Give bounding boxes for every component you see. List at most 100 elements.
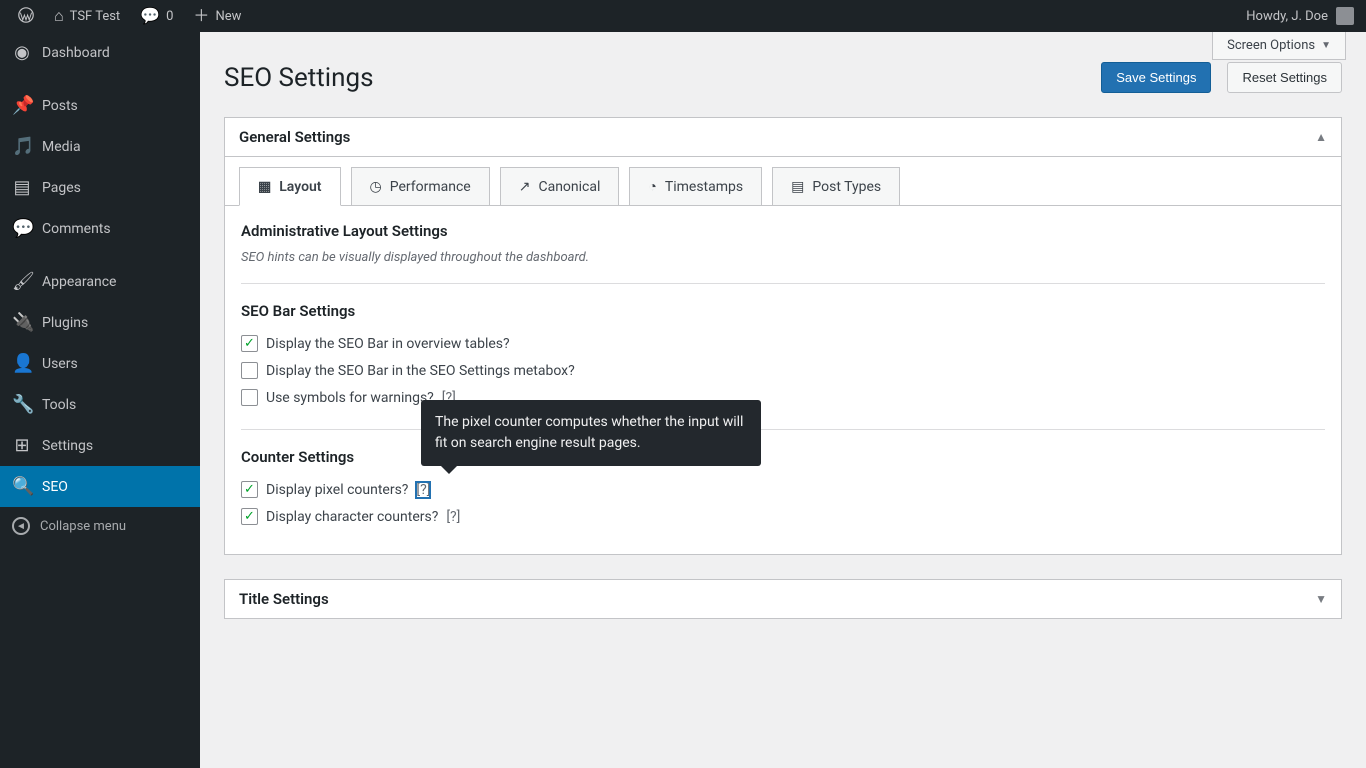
tab-label: Post Types <box>812 179 881 195</box>
sidebar-item-seo[interactable]: 🔍SEO <box>0 466 200 507</box>
triangle-down-icon: ▼ <box>1321 40 1331 51</box>
checkbox[interactable]: ✓ <box>241 481 258 498</box>
checkbox-row: Display the SEO Bar in the SEO Settings … <box>241 357 1325 384</box>
plugin-icon: 🔌 <box>12 312 32 333</box>
reset-button[interactable]: Reset Settings <box>1227 62 1342 93</box>
tab-icon: ↗ <box>519 179 531 195</box>
checkbox-row: Use symbols for warnings? [?] <box>241 384 1325 411</box>
wp-logo[interactable] <box>8 0 44 32</box>
checkbox-label: Display character counters? <box>266 509 438 525</box>
sidebar-item-posts[interactable]: 📌 Posts <box>0 85 200 126</box>
tab-icon: ◔ <box>648 178 656 195</box>
comments-count: 0 <box>166 9 173 24</box>
site-name: TSF Test <box>70 9 121 24</box>
page-title: SEO Settings <box>224 63 1085 93</box>
checkbox[interactable] <box>241 362 258 379</box>
home-icon: ⌂ <box>54 8 64 24</box>
checkbox-label: Display the SEO Bar in overview tables? <box>266 336 510 352</box>
admin-sidebar: ◉Dashboard 📌 Posts 🎵 Media ▤ Pages 💬 Comments 🖌 Ap… <box>0 32 200 768</box>
sidebar-item-appearance[interactable]: 🖌 Appearance <box>0 261 200 302</box>
media-icon: 🎵 <box>12 136 32 157</box>
avatar <box>1336 7 1354 25</box>
tab-icon: ▤ <box>791 179 804 195</box>
sidebar-item-label: Appearance <box>42 274 116 290</box>
wrench-icon: 🔧 <box>12 394 32 415</box>
new-label: New <box>215 9 241 24</box>
checkbox[interactable]: ✓ <box>241 508 258 525</box>
counter-title: Counter Settings <box>241 448 1325 466</box>
title-settings-box: Title Settings ▼ <box>224 579 1342 619</box>
tab-label: Performance <box>390 179 471 195</box>
collapse-icon: ◄ <box>12 517 30 535</box>
tab-canonical[interactable]: ↗ Canonical <box>500 167 620 205</box>
site-name-link[interactable]: ⌂ TSF Test <box>44 0 130 32</box>
screen-options-toggle[interactable]: Screen Options ▼ <box>1212 32 1346 60</box>
title-settings-title: Title Settings <box>239 590 1315 608</box>
help-icon[interactable]: [?] <box>446 509 460 525</box>
sidebar-item-plugins[interactable]: 🔌 Plugins <box>0 302 200 343</box>
save-button[interactable]: Save Settings <box>1101 62 1211 93</box>
sidebar-item-media[interactable]: 🎵 Media <box>0 126 200 167</box>
general-settings-box: General Settings ▲ ▦Layout ◷ Performance ↗ C… <box>224 117 1342 555</box>
admin-layout-desc: SEO hints can be visually displayed thro… <box>241 250 1325 265</box>
checkbox[interactable]: ✓ <box>241 335 258 352</box>
sidebar-item-users[interactable]: 👤 Users <box>0 343 200 384</box>
admin-bar: ⌂TSF Test 💬0 ＋New Howdy, J. Doe <box>0 0 1366 32</box>
screen-options-label: Screen Options <box>1227 38 1315 53</box>
help-icon[interactable]: [?] <box>416 482 430 498</box>
collapse-menu[interactable]: ◄ Collapse menu <box>0 507 200 545</box>
collapse-icon[interactable]: ▲ <box>1315 130 1327 144</box>
tabs-nav: ▦Layout ◷ Performance ↗ Canonical ◔ Timestamps… <box>225 157 1341 205</box>
checkbox-label: Display pixel counters? <box>266 482 408 498</box>
comment-icon: 💬 <box>12 218 32 239</box>
tab-post-types[interactable]: ▤ Post Types <box>772 167 900 205</box>
tab-layout[interactable]: ▦Layout <box>239 167 341 206</box>
expand-icon[interactable]: ▼ <box>1315 592 1327 606</box>
checkbox[interactable] <box>241 389 258 406</box>
main-content: Screen Options ▼ SEO Settings Save Setti… <box>200 32 1366 768</box>
sidebar-item-label: Pages <box>42 180 81 196</box>
sidebar-item-label: SEO <box>42 479 68 495</box>
sidebar-item-label: Plugins <box>42 315 88 331</box>
general-settings-title: General Settings <box>239 128 1315 146</box>
sidebar-item-label: Posts <box>42 98 78 114</box>
checkbox-label: Display the SEO Bar in the SEO Settings … <box>266 363 575 379</box>
checkbox-row: ✓ Display the SEO Bar in overview tables? <box>241 330 1325 357</box>
checkbox-row: ✓ Display character counters? [?] <box>241 503 1325 530</box>
tab-label: Timestamps <box>665 179 743 195</box>
tab-performance[interactable]: ◷ Performance <box>351 167 490 205</box>
howdy-text: Howdy, J. Doe <box>1246 9 1328 24</box>
comment-icon: 💬 <box>140 8 160 24</box>
pin-icon: 📌 <box>12 95 32 116</box>
checkbox-label: Use symbols for warnings? <box>266 390 434 406</box>
checkbox-row: ✓ Display pixel counters? [?] <box>241 476 1325 503</box>
brush-icon: 🖌 <box>12 271 32 292</box>
tab-icon: ◷ <box>370 179 382 195</box>
comments-link[interactable]: 💬0 <box>130 0 183 32</box>
tooltip: The pixel counter computes whether the i… <box>421 400 761 466</box>
sidebar-item-tools[interactable]: 🔧 Tools <box>0 384 200 425</box>
dashboard-icon: ◉ <box>12 42 32 63</box>
sidebar-item-dashboard[interactable]: ◉Dashboard <box>0 32 200 73</box>
sidebar-item-label: Comments <box>42 221 111 237</box>
tab-label: Canonical <box>538 179 600 195</box>
sidebar-item-label: Users <box>42 356 78 372</box>
tab-timestamps[interactable]: ◔ Timestamps <box>629 167 762 205</box>
user-menu[interactable]: Howdy, J. Doe <box>1246 7 1358 25</box>
tab-label: Layout <box>279 179 321 195</box>
sidebar-item-comments[interactable]: 💬 Comments <box>0 208 200 249</box>
plus-icon: ＋ <box>193 8 209 24</box>
general-settings-header[interactable]: General Settings ▲ <box>225 118 1341 157</box>
user-icon: 👤 <box>12 353 32 374</box>
sidebar-item-pages[interactable]: ▤ Pages <box>0 167 200 208</box>
page-icon: ▤ <box>12 177 32 198</box>
sliders-icon: ⊞ <box>12 435 32 456</box>
sidebar-item-label: Settings <box>42 438 93 454</box>
sidebar-item-label: Tools <box>42 397 76 413</box>
title-settings-header[interactable]: Title Settings ▼ <box>225 580 1341 618</box>
sidebar-item-label: Media <box>42 139 81 155</box>
sidebar-item-settings[interactable]: ⊞ Settings <box>0 425 200 466</box>
new-content-link[interactable]: ＋ New <box>183 0 251 32</box>
admin-layout-title: Administrative Layout Settings <box>241 222 1325 240</box>
collapse-label: Collapse menu <box>40 519 126 534</box>
